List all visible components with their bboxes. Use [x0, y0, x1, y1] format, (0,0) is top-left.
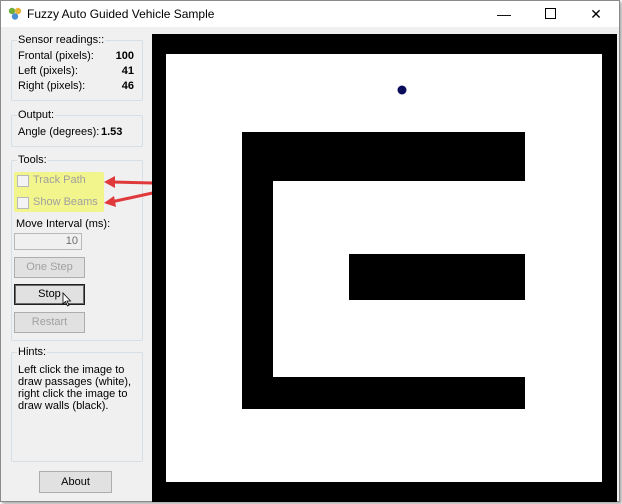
title-bar[interactable]: Fuzzy Auto Guided Vehicle Sample — ✕ — [1, 1, 619, 27]
sensor-value: 41 — [121, 65, 134, 77]
tools-title: Tools: — [17, 154, 48, 166]
maze-canvas[interactable] — [152, 34, 617, 502]
sensor-left-row: Left (pixels): 41 — [18, 65, 134, 79]
sensor-label: Frontal (pixels): — [18, 50, 94, 62]
about-button[interactable]: About — [39, 471, 112, 493]
output-group: Output: Angle (degrees): 1.53 — [11, 109, 143, 147]
move-interval-label: Move Interval (ms): — [16, 218, 111, 230]
hints-title: Hints: — [17, 346, 48, 358]
minimize-button[interactable]: — — [481, 1, 527, 27]
maximize-icon — [544, 8, 556, 20]
track-path-label: Track Path — [33, 174, 86, 186]
angle-row: Angle (degrees): 1.53 — [18, 126, 134, 140]
hints-text: Left click the image to draw passages (w… — [18, 364, 132, 412]
vehicle-marker — [397, 85, 407, 95]
angle-label: Angle (degrees): — [18, 126, 100, 138]
app-window: Fuzzy Auto Guided Vehicle Sample — ✕ Sen… — [0, 0, 620, 502]
output-title: Output: — [17, 109, 56, 121]
stop-button[interactable]: Stop — [14, 284, 85, 305]
hints-group: Hints: Left click the image to draw pass… — [11, 346, 143, 462]
sensor-label: Right (pixels): — [18, 80, 86, 92]
sensor-readings-group: Sensor readings:: Frontal (pixels): 100 … — [11, 34, 143, 101]
one-step-button[interactable]: One Step — [14, 257, 85, 278]
sensor-value: 46 — [121, 80, 134, 92]
close-button[interactable]: ✕ — [573, 1, 619, 27]
sensor-label: Left (pixels): — [18, 65, 78, 77]
show-beams-label: Show Beams — [33, 196, 98, 208]
sensor-readings-title: Sensor readings:: — [17, 34, 106, 46]
window-title: Fuzzy Auto Guided Vehicle Sample — [27, 7, 215, 21]
sensor-right-row: Right (pixels): 46 — [18, 80, 134, 94]
checkbox-box[interactable] — [17, 175, 29, 187]
restart-button[interactable]: Restart — [14, 312, 85, 333]
maximize-button[interactable] — [527, 1, 573, 27]
checkbox-box[interactable] — [17, 197, 29, 209]
move-interval-value: 10 — [65, 235, 78, 247]
angle-value: 1.53 — [101, 126, 123, 138]
sensor-value: 100 — [115, 50, 134, 62]
sensor-frontal-row: Frontal (pixels): 100 — [18, 50, 134, 64]
move-interval-input[interactable]: 10 — [14, 233, 82, 250]
mouse-cursor-icon — [62, 292, 72, 307]
fuzzy-app-icon — [8, 7, 22, 20]
